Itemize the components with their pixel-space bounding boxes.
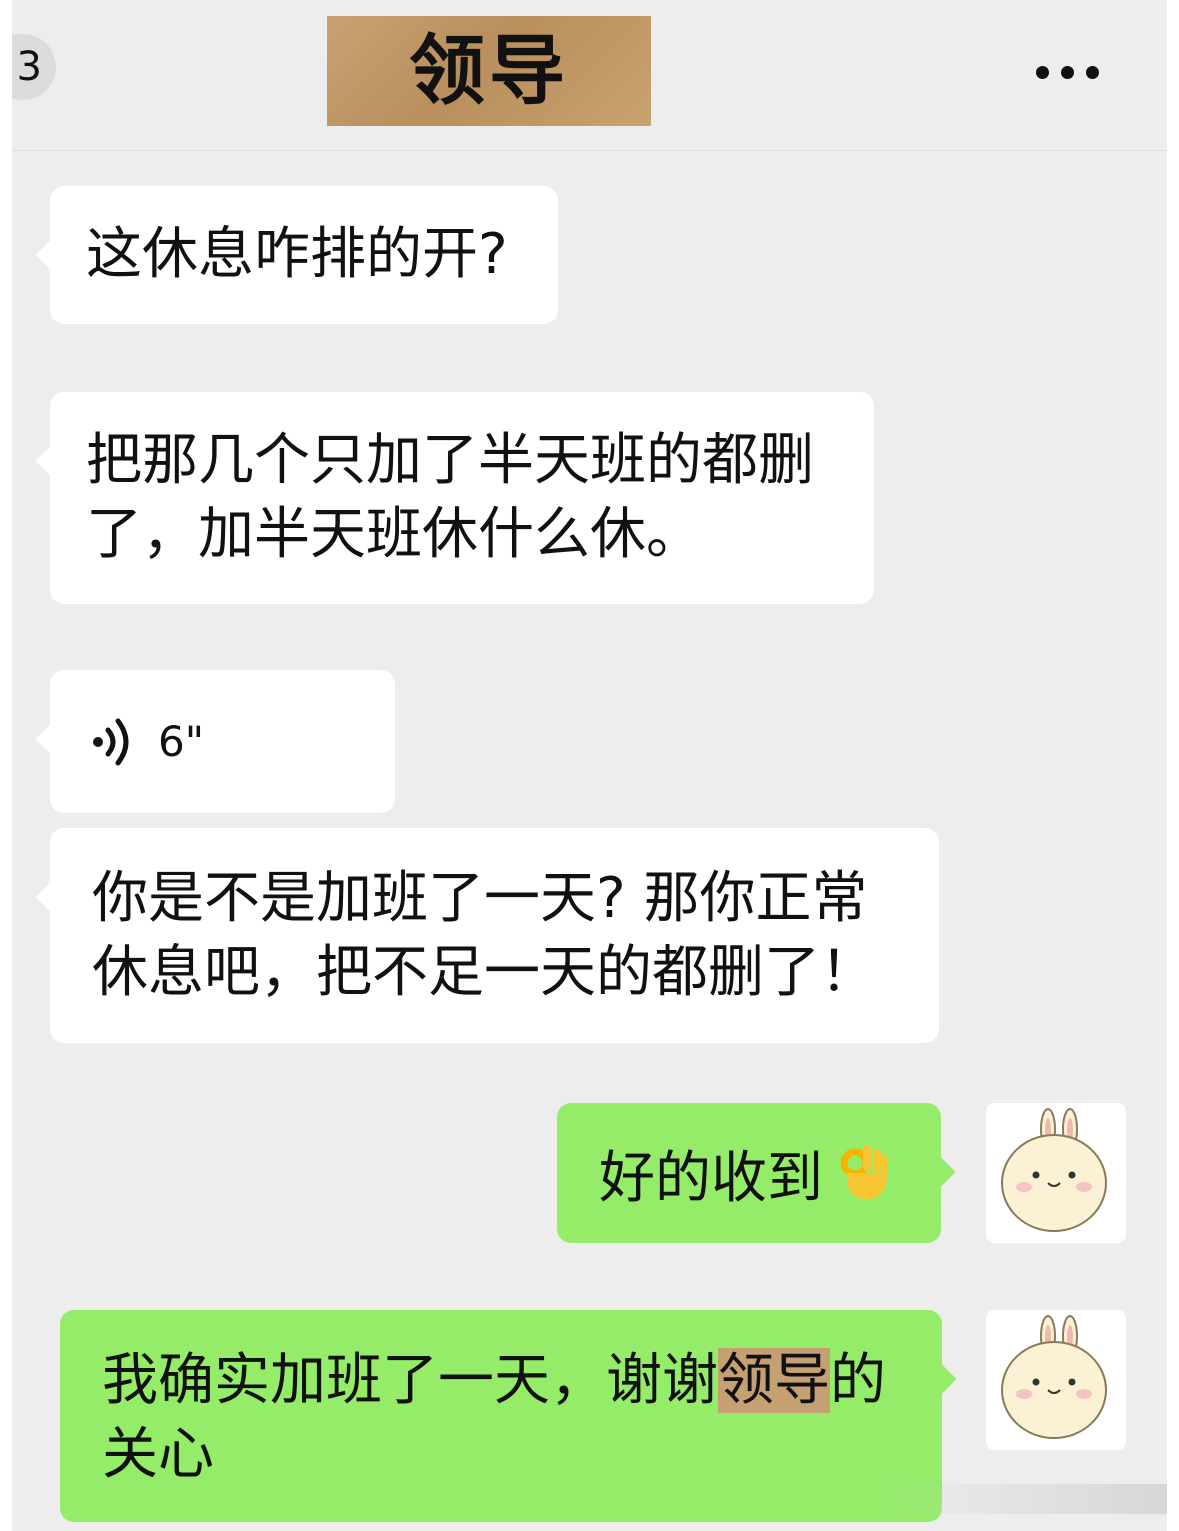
chat-title: 领导 [327, 16, 651, 126]
message-text-line: 了，加半天班休什么休。 [86, 502, 702, 567]
back-unread-badge[interactable]: 3 [12, 34, 56, 100]
message-bubble-incoming[interactable]: 这休息咋排的开? [35, 186, 558, 324]
message-bubble-outgoing[interactable]: 好的收到 [557, 1103, 956, 1243]
watermark-strip [882, 1484, 1167, 1514]
message-text: 这休息咋排的开? [86, 222, 508, 287]
chat-screen: 3 领导 这休息咋排的开? 把那几个只加了半天班的都删 了，加半天班休什么休。 … [12, 0, 1167, 1531]
message-text-line: 我确实加班了一天，谢谢领导的 [102, 1348, 886, 1413]
message-bubble-outgoing[interactable]: 我确实加班了一天，谢谢领导的 关心 [60, 1310, 957, 1522]
message-bubble-incoming[interactable]: 把那几个只加了半天班的都删 了，加半天班休什么休。 [35, 392, 874, 604]
message-bubble-incoming[interactable]: 你是不是加班了一天? 那你正常 休息吧，把不足一天的都删了！ [35, 828, 939, 1043]
ok-hand-icon [840, 1145, 888, 1199]
voice-wave-icon [93, 718, 129, 765]
highlighted-word: 领导 [718, 1348, 830, 1413]
message-text: 好的收到 [599, 1145, 823, 1211]
message-text-line: 关心 [102, 1422, 214, 1487]
chat-header: 3 领导 [12, 0, 1167, 151]
voice-duration: 6" [158, 717, 205, 766]
more-dots-icon[interactable] [1036, 66, 1116, 82]
message-text-line: 把那几个只加了半天班的都删 [86, 428, 814, 493]
voice-message-bubble[interactable]: 6" [35, 670, 395, 813]
bunny-avatar-icon[interactable] [986, 1103, 1126, 1243]
message-text-line: 休息吧，把不足一天的都删了！ [92, 940, 876, 1005]
bunny-avatar-icon[interactable] [986, 1310, 1126, 1450]
message-text-line: 你是不是加班了一天? 那你正常 [92, 866, 868, 931]
